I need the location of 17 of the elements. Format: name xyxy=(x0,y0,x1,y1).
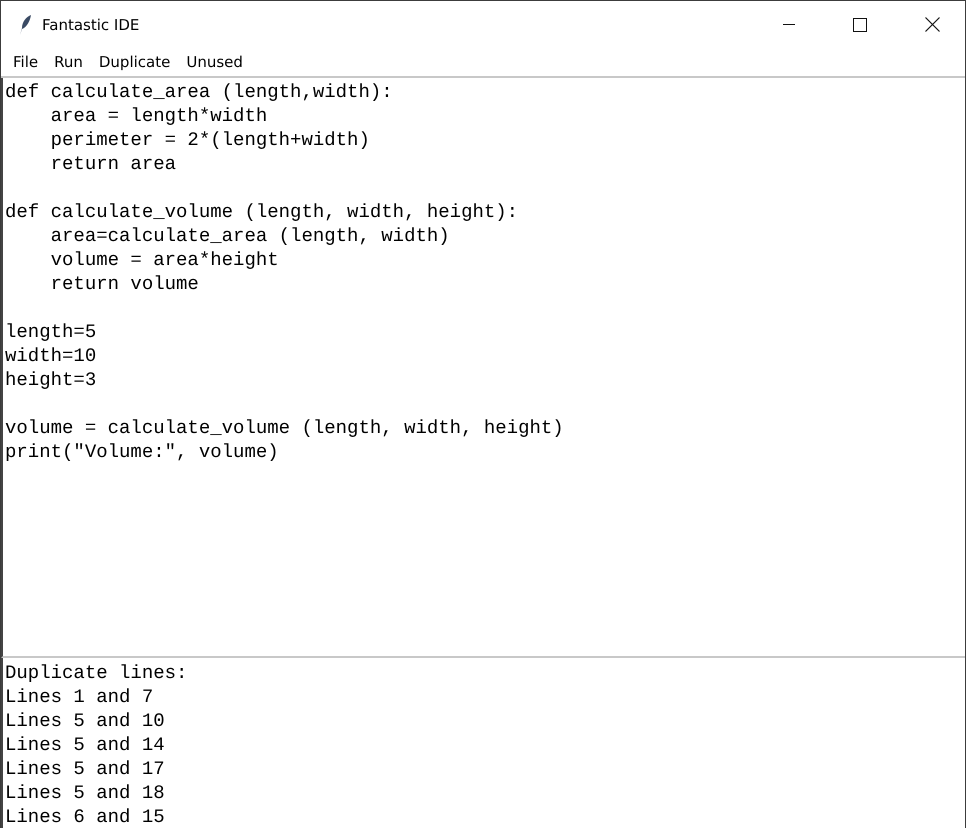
output-line: Lines 5 and 10 xyxy=(5,709,166,733)
code-text: def calculate_area (length,width): area = length*width perimeter = 2*(length+width) return area def calculate_volume (length, width, height): area=calculate_area (length, width) volume = area*height return volume length=5 width=10 height=3 volume = calculate_volume (length, width, height) print("Volume:", volume) xyxy=(4,80,565,464)
window-title: Fantastic IDE xyxy=(42,16,140,34)
minimize-icon[interactable] xyxy=(783,24,795,26)
menu-item[interactable]: Duplicate xyxy=(90,53,178,71)
code-editor[interactable] xyxy=(1,78,965,658)
output-line: Lines 6 and 15 xyxy=(5,805,166,828)
menu-item[interactable]: Run xyxy=(46,53,91,71)
close-icon[interactable] xyxy=(925,17,940,32)
output-line: Lines 1 and 7 xyxy=(5,685,154,709)
menu-item[interactable]: Unused xyxy=(178,53,251,71)
output-line: Lines 5 and 14 xyxy=(5,733,166,757)
output-line: Lines 5 and 18 xyxy=(5,781,166,805)
output-line: Lines 5 and 17 xyxy=(5,757,166,781)
maximize-icon[interactable] xyxy=(853,18,867,32)
menu-item[interactable]: File xyxy=(5,53,46,71)
output-line: Duplicate lines: xyxy=(5,661,188,685)
